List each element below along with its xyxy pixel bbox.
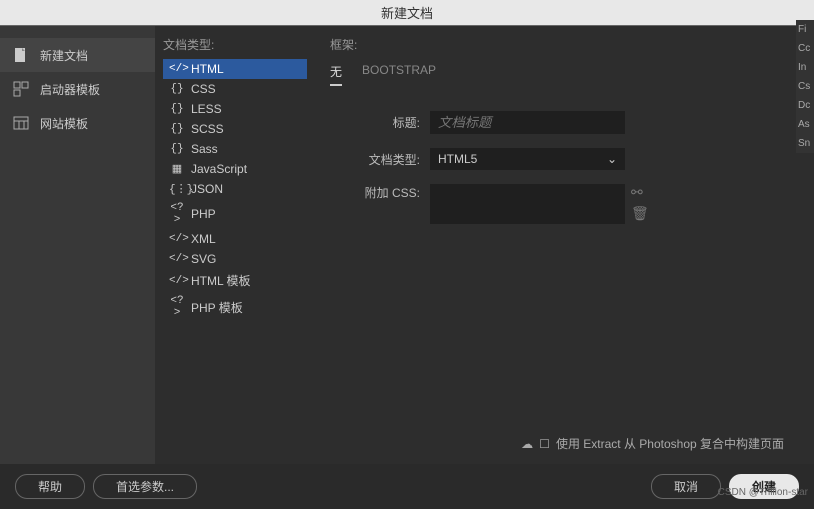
- code-icon: </>: [169, 275, 185, 287]
- trash-icon[interactable]: 🗑: [631, 205, 649, 222]
- js-icon: ▦: [169, 162, 185, 176]
- title-label: 标题:: [330, 114, 420, 131]
- framework-tabs: 无 BOOTSTRAP: [330, 59, 799, 86]
- type-sass[interactable]: {}Sass: [163, 139, 307, 159]
- title-input[interactable]: [430, 111, 625, 134]
- doc-type-panel: 文档类型: </>HTML {}CSS {}LESS {}SCSS {}Sass…: [155, 26, 315, 464]
- framework-label: 框架:: [330, 36, 799, 53]
- braces-icon: {}: [169, 123, 185, 135]
- doc-type-label: 文档类型:: [163, 36, 307, 53]
- sidebar-item-label: 新建文档: [40, 47, 88, 64]
- side-panels: Fi Cc In Cs Dc As Sn: [796, 20, 814, 153]
- launcher-icon: [12, 80, 30, 98]
- extract-label: 使用 Extract 从 Photoshop 复合中构建页面: [556, 435, 784, 452]
- window-title: 新建文档: [0, 0, 814, 26]
- type-css[interactable]: {}CSS: [163, 79, 307, 99]
- watermark: CSDN @Trillion-star: [718, 487, 808, 498]
- panel-tab[interactable]: As: [796, 115, 814, 134]
- document-icon: [12, 46, 30, 64]
- css-attach-area[interactable]: [430, 184, 625, 224]
- braces-icon: {}: [169, 103, 185, 115]
- chevron-down-icon: ⌄: [607, 152, 617, 166]
- php-icon: <?>: [169, 202, 185, 226]
- help-button[interactable]: 帮助: [15, 474, 85, 499]
- checkbox-icon[interactable]: ☐: [539, 437, 550, 451]
- code-icon: </>: [169, 253, 185, 265]
- panel-tab[interactable]: Dc: [796, 96, 814, 115]
- panel-tab[interactable]: Fi: [796, 20, 814, 39]
- extract-option[interactable]: ☁ ☐ 使用 Extract 从 Photoshop 复合中构建页面: [521, 435, 784, 452]
- sidebar: 新建文档 启动器模板 网站模板: [0, 26, 155, 464]
- code-icon: </>: [169, 63, 185, 75]
- main-area: 新建文档 启动器模板 网站模板 文档类型: </>HTML {}CSS {}LE…: [0, 26, 814, 464]
- type-xml[interactable]: </>XML: [163, 229, 307, 249]
- prefs-button[interactable]: 首选参数...: [93, 474, 197, 499]
- sidebar-item-new-doc[interactable]: 新建文档: [0, 38, 155, 72]
- type-scss[interactable]: {}SCSS: [163, 119, 307, 139]
- panel-tab[interactable]: Cs: [796, 77, 814, 96]
- cancel-button[interactable]: 取消: [651, 474, 721, 499]
- grid-icon: [12, 114, 30, 132]
- php-icon: <?>: [169, 295, 185, 319]
- braces-icon: {}: [169, 83, 185, 95]
- panel-tab[interactable]: Cc: [796, 39, 814, 58]
- tab-bootstrap[interactable]: BOOTSTRAP: [362, 59, 436, 86]
- sidebar-item-launcher[interactable]: 启动器模板: [0, 72, 155, 106]
- css-label: 附加 CSS:: [330, 184, 420, 201]
- cloud-icon: ☁: [521, 437, 533, 451]
- sidebar-item-site[interactable]: 网站模板: [0, 106, 155, 140]
- type-less[interactable]: {}LESS: [163, 99, 307, 119]
- type-svg[interactable]: </>SVG: [163, 249, 307, 269]
- settings-panel: 框架: 无 BOOTSTRAP 标题: 文档类型: HTML5 ⌄ 附加 CSS…: [315, 26, 814, 464]
- type-php-template[interactable]: <?>PHP 模板: [163, 292, 307, 322]
- tab-none[interactable]: 无: [330, 59, 342, 86]
- footer: 帮助 首选参数... 取消 创建: [0, 464, 814, 509]
- doctype-label: 文档类型:: [330, 151, 420, 168]
- type-php[interactable]: <?>PHP: [163, 199, 307, 229]
- type-js[interactable]: ▦JavaScript: [163, 159, 307, 179]
- panel-tab[interactable]: Sn: [796, 134, 814, 153]
- type-html[interactable]: </>HTML: [163, 59, 307, 79]
- doctype-value: HTML5: [438, 152, 477, 166]
- panel-tab[interactable]: In: [796, 58, 814, 77]
- type-json[interactable]: {⋮}JSON: [163, 179, 307, 199]
- braces-icon: {}: [169, 143, 185, 155]
- doctype-select[interactable]: HTML5 ⌄: [430, 148, 625, 170]
- sidebar-item-label: 网站模板: [40, 115, 88, 132]
- json-icon: {⋮}: [169, 182, 185, 196]
- sidebar-item-label: 启动器模板: [40, 81, 100, 98]
- link-icon[interactable]: ⚯: [631, 184, 649, 201]
- type-html-template[interactable]: </>HTML 模板: [163, 269, 307, 292]
- code-icon: </>: [169, 233, 185, 245]
